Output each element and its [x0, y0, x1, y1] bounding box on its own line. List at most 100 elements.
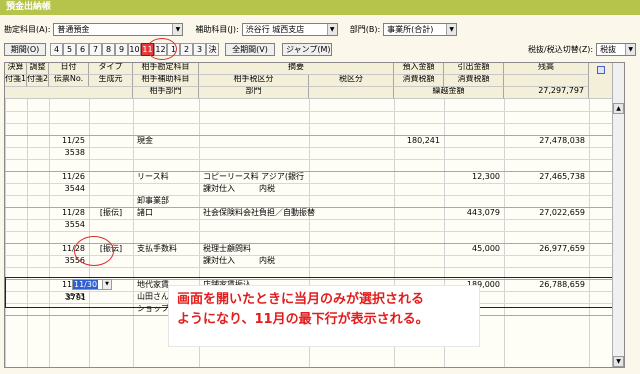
row-voucher: 3554 [64, 220, 85, 229]
row-divider [5, 195, 613, 196]
chevron-down-icon[interactable]: ▼ [446, 23, 457, 35]
row-contra-account: リース料 [137, 172, 169, 181]
month-tab[interactable]: 4 [50, 43, 63, 56]
row-contra-dept: 卸事業部 [137, 196, 169, 205]
all-period-button[interactable]: 全期間(V) [225, 43, 275, 56]
column-divider [589, 99, 590, 367]
row-voucher: 3544 [64, 184, 85, 193]
row-voucher: 3538 [64, 148, 85, 157]
jump-button[interactable]: ジャンプ(M) [282, 43, 332, 56]
row-divider [5, 231, 613, 232]
account-select[interactable]: 普通預金 ▼ [53, 22, 184, 36]
col-wd-tax: 消費税額 [444, 75, 504, 87]
chevron-down-icon[interactable]: ▼ [172, 23, 183, 35]
sub-account-label: 補助科目(J): [195, 24, 239, 34]
col-type: タイプ [89, 63, 133, 75]
month-tab[interactable]: 8 [102, 43, 115, 56]
month-tab[interactable]: 5 [63, 43, 76, 56]
row-tax-mode: 内税 [259, 184, 275, 193]
tax-select[interactable]: 税抜 ▼ [596, 43, 637, 56]
row-withdraw: 45,000 [472, 244, 500, 253]
col-contra-sub: 相手補助科目 [133, 75, 199, 87]
row-divider [5, 183, 613, 184]
month-tab[interactable]: 9 [115, 43, 128, 56]
col-tax: 税区分 [309, 75, 394, 87]
grid-header: 決算 調整 日付 タイプ 相手勘定科目 摘要 預入金額 引出金額 残高 付箋1 … [5, 63, 624, 99]
month-tab[interactable]: 3 [193, 43, 206, 56]
col-contra-tax: 相手税区分 [199, 75, 309, 87]
scroll-up-icon[interactable]: ▲ [613, 103, 624, 114]
row-divider [5, 219, 613, 220]
col-voucher: 伝票No. [49, 75, 89, 87]
date-input[interactable]: 11/30 ▼ [72, 279, 112, 290]
month-tab[interactable]: 決 [206, 43, 219, 56]
row-divider [5, 267, 613, 268]
month-tab[interactable]: 2 [180, 43, 193, 56]
row-balance: 27,465,738 [539, 172, 585, 181]
col-adjust: 調整 [27, 63, 49, 75]
callout-line-1: 画面を開いたときに当月のみが選択される [177, 292, 425, 307]
chevron-down-icon[interactable]: ▼ [102, 280, 111, 289]
column-divider [27, 99, 28, 367]
column-divider [89, 99, 90, 367]
dept-label: 部門(B): [349, 24, 381, 34]
col-dept: 部門 [199, 87, 309, 99]
col-memo [589, 63, 613, 99]
col-dep-tax: 消費税額 [394, 75, 444, 87]
col-carryover: 繰越金額 [394, 87, 504, 99]
row-description: 税理士顧問料 [203, 244, 251, 253]
col-balance-blank [504, 75, 589, 87]
annotation-callout: 画面を開いたときに当月のみが選択される ようになり、11月の最下行が表示される。 [168, 285, 480, 347]
month-tabs: 4 5 6 7 8 9 10 11 12 1 2 3 決 [50, 43, 219, 56]
tax-value: 税抜 [600, 45, 617, 54]
col-contra-dept: 相手部門 [133, 87, 199, 99]
row-date: 11/28 [61, 208, 85, 217]
row-divider [5, 147, 613, 148]
row-contra-account: 支払手数料 [137, 244, 177, 253]
month-tab[interactable]: 6 [76, 43, 89, 56]
row-contra-account: 現金 [137, 136, 153, 145]
col-source: 生成元 [89, 75, 133, 87]
date-input-value: 11/30 [73, 280, 99, 289]
dept-value: 事業所(合計) [387, 24, 434, 34]
sub-account-select[interactable]: 渋谷行 城西支店 ▼ [241, 22, 338, 36]
chevron-down-icon[interactable]: ▼ [326, 23, 337, 35]
row-balance: 26,977,659 [539, 244, 585, 253]
col-contra-account: 相手勘定科目 [133, 63, 199, 75]
row-withdraw: 12,300 [472, 172, 500, 181]
column-divider [5, 99, 6, 367]
account-label: 勘定科目(A): [4, 24, 51, 34]
chevron-down-icon[interactable]: ▼ [625, 44, 636, 55]
note-icon[interactable] [596, 66, 605, 74]
carryover-balance: 27,297,797 [504, 87, 589, 99]
row-type: [振伝] [99, 208, 123, 217]
row-divider [5, 123, 613, 124]
row-deposit: 180,241 [406, 136, 440, 145]
highlight-circle-month [147, 38, 177, 60]
col-date: 日付 [49, 63, 89, 75]
col-balance: 残高 [504, 63, 589, 75]
col-withdraw: 引出金額 [444, 63, 504, 75]
row-balance: 27,022,659 [539, 208, 585, 217]
period-button[interactable]: 期間(O) [4, 43, 46, 56]
scroll-down-icon[interactable]: ▼ [613, 356, 624, 367]
tax-toggle-label: 税抜/税込切替(Z): [528, 45, 594, 54]
voucher-no: 3791 [65, 293, 86, 302]
vertical-scrollbar[interactable]: ▲ ▼ [612, 63, 624, 367]
row-withdraw: 443,079 [466, 208, 500, 217]
filter-row: 勘定科目(A): 普通預金 ▼ 補助科目(J): 渋谷行 城西支店 ▼ 部門(B… [4, 22, 469, 36]
row-description: 社会保険料会社負担／自動振替 [203, 208, 315, 217]
col-blank [5, 87, 133, 99]
callout-line-2: ようになり、11月の最下行が表示される。 [177, 312, 429, 327]
row-divider [5, 159, 613, 160]
month-tab[interactable]: 10 [128, 43, 141, 56]
dept-select[interactable]: 事業所(合計) ▼ [383, 22, 458, 36]
col-description: 摘要 [199, 63, 394, 75]
row-divider [5, 111, 613, 112]
month-tab[interactable]: 7 [89, 43, 102, 56]
row-balance: 27,478,038 [539, 136, 585, 145]
row-tax-mode: 内税 [259, 256, 275, 265]
sub-account-value: 渋谷行 城西支店 [245, 24, 305, 34]
account-value: 普通預金 [57, 24, 90, 34]
col-settle: 決算 [5, 63, 27, 75]
